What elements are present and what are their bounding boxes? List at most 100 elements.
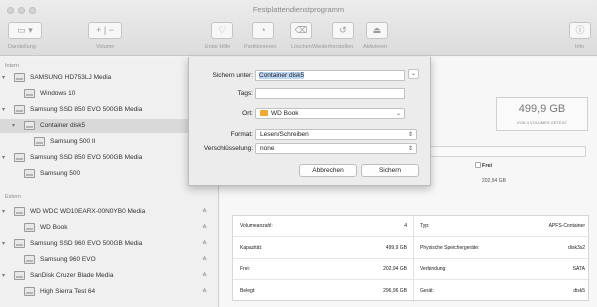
first-aid-label: Erste Hilfe bbox=[205, 44, 231, 50]
info-row: Volumeanzahl: 4 Typ: APFS-Container bbox=[233, 216, 590, 237]
disk-icon bbox=[24, 169, 35, 178]
sidebar-item-label: Samsung SSD 850 EVO 500GB Media bbox=[30, 106, 143, 113]
disclosure-triangle-icon[interactable]: ▾ bbox=[2, 106, 5, 113]
sidebar-item-label: Samsung SSD 960 EVO 500GB Media bbox=[30, 240, 143, 247]
eject-icon[interactable]: ≜ bbox=[202, 272, 207, 279]
disclosure-triangle-icon[interactable]: ▾ bbox=[2, 154, 5, 161]
add-remove-volume-icon: + | − bbox=[96, 25, 114, 35]
location-label: Ort: bbox=[242, 110, 253, 117]
disk-icon bbox=[34, 137, 45, 146]
mount-label: Aktivieren bbox=[363, 44, 388, 50]
sidebar-item-label: Samsung 960 EVO bbox=[40, 256, 96, 263]
sidebar-item-label: Container disk5 bbox=[40, 122, 86, 129]
info-right-label: Typ: bbox=[420, 223, 430, 229]
view-button[interactable]: ▭ ▾ bbox=[8, 22, 42, 39]
encryption-value: none bbox=[260, 145, 275, 152]
capacity-shared-note: VON 4 VOLUMES GETEILT bbox=[516, 120, 568, 125]
info-left-label: Frei: bbox=[240, 266, 250, 272]
sidebar-item[interactable]: ▾ Container disk5 bbox=[0, 119, 219, 133]
info-right-label: Physische Speichergeräte: bbox=[420, 244, 480, 251]
restore-button[interactable]: ↺ bbox=[332, 22, 354, 39]
updown-arrows-icon: ⇕ bbox=[407, 132, 413, 138]
mount-icon: ⏏ bbox=[372, 25, 382, 35]
eject-icon[interactable]: ≜ bbox=[202, 208, 207, 215]
sidebar-item[interactable]: ▾ SanDisk Cruzer Blade Media ≜ bbox=[0, 269, 219, 283]
disk-icon bbox=[14, 105, 25, 114]
sidebar-item[interactable]: Samsung 960 EVO ≜ bbox=[0, 253, 219, 267]
info-left-label: Belegt: bbox=[240, 287, 256, 294]
disclosure-triangle-icon[interactable]: ▾ bbox=[2, 74, 5, 81]
sidebar-section-intern: Intern bbox=[5, 63, 20, 69]
sidebar-item[interactable]: ▾ Samsung SSD 850 EVO 500GB Media bbox=[0, 103, 219, 117]
stethoscope-icon: ♡ bbox=[217, 25, 227, 35]
view-label: Darstellung bbox=[8, 44, 36, 50]
mount-button[interactable]: ⏏ bbox=[366, 22, 388, 39]
info-right-value: APFS-Container bbox=[548, 223, 585, 229]
info-right-value: disk5 bbox=[573, 287, 585, 294]
first-aid-button[interactable]: ♡ bbox=[211, 22, 233, 39]
eject-icon[interactable]: ≜ bbox=[202, 240, 207, 247]
sidebar-item[interactable]: High Sierra Test 64 ≜ bbox=[0, 285, 219, 299]
partition-button[interactable]: ◔ bbox=[252, 22, 274, 39]
disk-icon bbox=[24, 223, 35, 232]
disk-icon bbox=[14, 73, 25, 82]
updown-arrows-icon: ⇕ bbox=[407, 146, 413, 152]
partition-label: Partitionieren bbox=[244, 44, 277, 50]
disk-icon bbox=[24, 287, 35, 296]
format-value: Lesen/Schreiben bbox=[260, 131, 309, 138]
sidebar-item[interactable]: ▾ WD WDC WD10EARX-00N0YB0 Media ≜ bbox=[0, 205, 219, 219]
info-right-label: Verbindung: bbox=[420, 266, 447, 272]
erase-icon: ⌫ bbox=[294, 25, 308, 35]
sidebar-item[interactable]: ▾ Samsung SSD 850 EVO 500GB Media bbox=[0, 151, 219, 165]
disk-icon bbox=[14, 271, 25, 280]
info-right-value: disk3s2 bbox=[568, 244, 585, 251]
disclosure-triangle-icon[interactable]: ▾ bbox=[12, 122, 15, 129]
sidebar-item-label: WD Book bbox=[40, 224, 68, 231]
encryption-popup[interactable]: none ⇕ bbox=[255, 143, 417, 154]
info-left-label: Volumeanzahl: bbox=[240, 223, 273, 229]
eject-icon[interactable]: ≜ bbox=[202, 256, 207, 263]
folder-icon bbox=[260, 110, 268, 116]
save-as-label: Sichern unter: bbox=[212, 72, 253, 79]
expand-dialog-button[interactable]: ⌄ bbox=[408, 69, 419, 79]
disclosure-triangle-icon[interactable]: ▾ bbox=[2, 240, 5, 247]
info-right-label: Gerät: bbox=[420, 287, 434, 294]
sidebar-item[interactable]: WD Book ≜ bbox=[0, 221, 219, 235]
sidebar-item-label: Samsung SSD 850 EVO 500GB Media bbox=[30, 154, 143, 161]
save-image-sheet: Sichern unter: Container disk5 ⌄ Tags: O… bbox=[188, 57, 431, 186]
eject-icon[interactable]: ≜ bbox=[202, 288, 207, 295]
sidebar-item[interactable]: ▾ Samsung SSD 960 EVO 500GB Media ≜ bbox=[0, 237, 219, 251]
volume-button[interactable]: + | − bbox=[88, 22, 122, 39]
save-as-field[interactable]: Container disk5 bbox=[255, 70, 405, 81]
info-icon: ⓘ bbox=[575, 25, 585, 35]
format-popup[interactable]: Lesen/Schreiben ⇕ bbox=[255, 129, 417, 140]
disclosure-triangle-icon[interactable]: ▾ bbox=[2, 208, 5, 215]
disk-utility-window: Festplattendienstprogramm ▭ ▾ Darstellun… bbox=[0, 0, 597, 307]
free-legend-value: 202,94 GB bbox=[482, 178, 506, 184]
sidebar-item[interactable]: Samsung 500 II bbox=[0, 135, 219, 149]
sidebar: Intern ▾ SAMSUNG HD753LJ Media Windows 10 ▾… bbox=[0, 57, 219, 307]
info-left-value: 202,94 GB bbox=[383, 266, 407, 272]
disk-icon bbox=[14, 207, 25, 216]
sidebar-item[interactable]: ▾ SAMSUNG HD753LJ Media bbox=[0, 71, 219, 85]
info-button[interactable]: ⓘ bbox=[569, 22, 591, 39]
erase-label: Löschen bbox=[291, 44, 312, 50]
location-popup[interactable]: WD Book ⌄ bbox=[255, 108, 405, 119]
sidebar-view-icon: ▭ ▾ bbox=[17, 25, 33, 35]
partition-icon: ◔ bbox=[260, 25, 266, 35]
info-row: Belegt: 296,96 GB Gerät: disk5 bbox=[233, 281, 590, 302]
sidebar-item[interactable]: Windows 10 bbox=[0, 87, 219, 101]
sidebar-item-label: Samsung 500 II bbox=[50, 138, 96, 145]
save-button[interactable]: Sichern bbox=[361, 164, 419, 177]
sidebar-item[interactable]: Samsung 500 bbox=[0, 167, 219, 181]
capacity-value: 499,9 GB bbox=[518, 103, 566, 115]
sidebar-section-extern: Extern bbox=[5, 194, 21, 200]
capacity-box: 499,9 GB VON 4 VOLUMES GETEILT bbox=[496, 97, 588, 131]
info-label: Info bbox=[575, 44, 585, 50]
erase-button[interactable]: ⌫ bbox=[290, 22, 312, 39]
disclosure-triangle-icon[interactable]: ▾ bbox=[2, 272, 5, 279]
eject-icon[interactable]: ≜ bbox=[202, 224, 207, 231]
cancel-button[interactable]: Abbrechen bbox=[299, 164, 357, 177]
info-row: Frei: 202,94 GB Verbindung: SATA bbox=[233, 259, 590, 280]
tags-field[interactable] bbox=[255, 88, 405, 99]
